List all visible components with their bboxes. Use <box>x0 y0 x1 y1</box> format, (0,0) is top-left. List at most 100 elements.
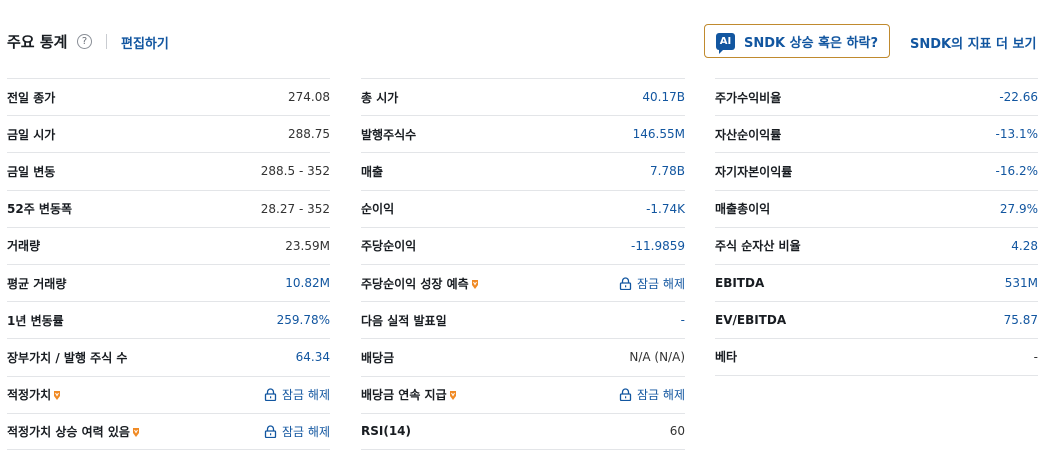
unlock-link[interactable]: 잠금 해제 <box>264 386 330 403</box>
stat-row: 자산순이익률 -13.1% <box>715 115 1038 152</box>
help-icon[interactable]: ? <box>77 34 92 49</box>
stat-label-text: 주당순이익 <box>361 239 417 254</box>
stat-label: 거래량 <box>7 237 40 254</box>
stat-row: 순이익 -1.74K <box>361 189 685 227</box>
more-metrics-link[interactable]: SNDK의 지표 더 보기 <box>910 33 1036 52</box>
stat-label-text: 금일 시가 <box>7 127 56 142</box>
stat-row: 매출 7.78B <box>361 152 685 189</box>
stat-label-text: 자산순이익률 <box>715 127 782 142</box>
stat-value[interactable]: 4.28 <box>1011 239 1038 253</box>
stat-value: - <box>1034 350 1038 364</box>
stat-row: 배당금 연속 지급 잠금 해제 <box>361 375 685 413</box>
stat-value[interactable]: 146.55M <box>633 127 685 141</box>
stat-label: 금일 시가 <box>7 126 55 143</box>
stat-row: 거래량 23.59M <box>7 226 330 264</box>
stat-row: 금일 시가 288.75 <box>7 115 330 152</box>
stat-value-text: - <box>680 313 685 328</box>
stat-value-text: 64.34 <box>295 350 330 365</box>
stat-label-text: 장부가치 / 발행 주식 수 <box>7 350 128 365</box>
stats-header: 주요 통계 ? 편집하기 AI SNDK 상승 혹은 하락? SNDK의 지표 … <box>0 0 1063 78</box>
stat-label-text: 자기자본이익률 <box>715 164 793 179</box>
section-title: 주요 통계 <box>7 33 68 51</box>
stat-label-text: 발행주식수 <box>361 127 417 142</box>
stat-value-text: 23.59M <box>285 238 330 253</box>
stat-row: 자기자본이익률 -16.2% <box>715 152 1038 189</box>
stat-label: 1년 변동률 <box>7 312 64 329</box>
stat-value-text: - <box>1033 349 1038 364</box>
stat-row: RSI(14) 60 <box>361 412 685 450</box>
stat-row: EBITDA 531M <box>715 263 1038 301</box>
stat-value[interactable]: -11.9859 <box>631 239 685 253</box>
stat-label-text: 52주 변동폭 <box>7 202 73 217</box>
stat-value[interactable]: -22.66 <box>999 90 1038 104</box>
stat-value-text: 4.28 <box>1011 238 1038 253</box>
stat-value[interactable]: - <box>681 313 685 327</box>
lock-icon <box>619 388 632 402</box>
stat-value-text: 27.9% <box>999 201 1038 216</box>
stat-value: 60 <box>670 424 685 438</box>
stat-label: 적정가치 상승 여력 있음 <box>7 423 140 440</box>
stat-label: EBITDA <box>715 276 764 290</box>
stat-row: 다음 실적 발표일 - <box>361 301 685 338</box>
stat-label-text: 전일 종가 <box>7 90 56 105</box>
stat-label: 주당순이익 성장 예측 <box>361 275 479 292</box>
stat-value: 288.75 <box>288 127 330 141</box>
stat-value[interactable]: 531M <box>1005 276 1038 290</box>
stat-label: 총 시가 <box>361 89 398 106</box>
ai-prediction-button[interactable]: AI SNDK 상승 혹은 하락? <box>704 24 890 58</box>
stat-value[interactable]: -16.2% <box>996 164 1038 178</box>
stat-value-text: 531M <box>1004 276 1038 291</box>
stat-value-text: 60 <box>669 424 685 439</box>
unlock-link[interactable]: 잠금 해제 <box>619 275 685 292</box>
stat-value-text: -11.9859 <box>631 238 685 253</box>
stat-value-text: 146.55M <box>632 127 685 142</box>
stat-value[interactable]: -13.1% <box>996 127 1038 141</box>
stat-value: 28.27 - 352 <box>261 202 330 216</box>
stat-label: 주가수익비율 <box>715 89 781 106</box>
stat-label-text: EBITDA <box>715 276 765 291</box>
premium-icon <box>471 278 479 289</box>
stats-column-3: 주가수익비율 -22.66 자산순이익률 -13.1% 자기자본이익률 -16.2% 매출총… <box>715 78 1038 376</box>
stat-label-text: 1년 변동률 <box>7 313 64 328</box>
stat-label-text: 거래량 <box>7 239 41 254</box>
stat-label-text: 배당금 <box>361 350 395 365</box>
premium-icon <box>53 389 61 401</box>
lock-icon <box>264 388 277 402</box>
divider <box>106 34 107 49</box>
stat-value-text: 7.78B <box>650 164 685 179</box>
stat-value-text: 잠금 해제 <box>282 424 330 439</box>
stat-value[interactable]: 27.9% <box>1000 202 1038 216</box>
stat-label-text: 금일 변동 <box>7 164 56 179</box>
stat-label: 베타 <box>715 348 737 365</box>
stat-value-text: 10.82M <box>285 276 330 291</box>
stat-value[interactable]: 259.78% <box>277 313 330 327</box>
stat-label: RSI(14) <box>361 424 411 438</box>
stat-label: 평균 거래량 <box>7 275 66 292</box>
stat-label-text: 적정가치 상승 여력 있음 <box>7 424 130 439</box>
stat-value[interactable]: 75.87 <box>1004 313 1038 327</box>
premium-icon <box>449 389 457 401</box>
stat-row: 금일 변동 288.5 - 352 <box>7 152 330 189</box>
stat-row: 평균 거래량 10.82M <box>7 263 330 301</box>
edit-link[interactable]: 편집하기 <box>121 33 169 52</box>
stat-row: 주당순이익 -11.9859 <box>361 226 685 264</box>
stat-value-text: 40.17B <box>642 90 685 105</box>
stat-value[interactable]: 7.78B <box>650 164 685 178</box>
stat-row: 52주 변동폭 28.27 - 352 <box>7 189 330 227</box>
stat-value[interactable]: 64.34 <box>296 350 330 364</box>
unlock-link[interactable]: 잠금 해제 <box>619 386 685 403</box>
stat-row: 1년 변동률 259.78% <box>7 301 330 338</box>
stat-label: 순이익 <box>361 200 394 217</box>
stat-label-text: 평균 거래량 <box>7 276 67 291</box>
stat-row: 장부가치 / 발행 주식 수 64.34 <box>7 338 330 375</box>
stat-label: EV/EBITDA <box>715 313 786 327</box>
stat-value[interactable]: -1.74K <box>646 202 685 216</box>
stat-label-text: 주가수익비율 <box>715 90 782 105</box>
stat-value-text: N/A (N/A) <box>629 350 685 365</box>
stat-label-text: 주당순이익 성장 예측 <box>361 276 469 291</box>
stat-value[interactable]: 10.82M <box>285 276 330 290</box>
stat-label: 자산순이익률 <box>715 126 781 143</box>
stat-value[interactable]: 40.17B <box>642 90 685 104</box>
stat-label-text: 배당금 연속 지급 <box>361 388 447 403</box>
unlock-link[interactable]: 잠금 해제 <box>264 423 330 440</box>
